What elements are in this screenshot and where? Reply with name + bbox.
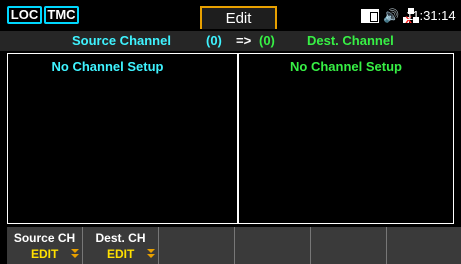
softkey-label: Source CH	[13, 231, 76, 245]
softkey-sub-label: EDIT	[107, 247, 135, 261]
softkey-sub-label: EDIT	[31, 247, 59, 261]
dest-channel-panel: No Channel Setup	[238, 53, 454, 224]
chevron-down-icon	[71, 249, 79, 259]
source-channel-count: (0)	[206, 33, 222, 48]
clock: 11:31:14	[406, 8, 456, 23]
dest-channel-label: Dest. Channel	[307, 33, 394, 48]
source-channel-label: Source Channel	[72, 33, 171, 48]
display-icon	[361, 9, 379, 23]
mode-tab: Edit	[200, 6, 277, 29]
copy-arrow: =>	[236, 33, 252, 48]
softkey-bar: Source CH EDIT Dest. CH EDIT	[7, 227, 461, 264]
softkey-6[interactable]	[387, 227, 461, 264]
source-empty-message: No Channel Setup	[51, 59, 164, 74]
tmc-badge: TMC	[44, 6, 79, 24]
source-channel-panel: No Channel Setup	[7, 53, 238, 224]
dest-channel-count: (0)	[259, 33, 275, 48]
softkey-source-ch[interactable]: Source CH EDIT	[7, 227, 83, 264]
channel-header: Source Channel (0) => (0) Dest. Channel	[0, 31, 461, 51]
softkey-4[interactable]	[235, 227, 311, 264]
chevron-down-icon	[147, 249, 155, 259]
dest-empty-message: No Channel Setup	[290, 59, 402, 74]
softkey-5[interactable]	[311, 227, 387, 264]
status-bar: LOC TMC Edit 🔊 x 11:31:14	[0, 0, 461, 29]
softkey-dest-ch[interactable]: Dest. CH EDIT	[83, 227, 159, 264]
softkey-label: Dest. CH	[95, 231, 146, 245]
loc-badge: LOC	[7, 6, 42, 24]
speaker-icon: 🔊	[383, 8, 400, 23]
softkey-3[interactable]	[159, 227, 235, 264]
